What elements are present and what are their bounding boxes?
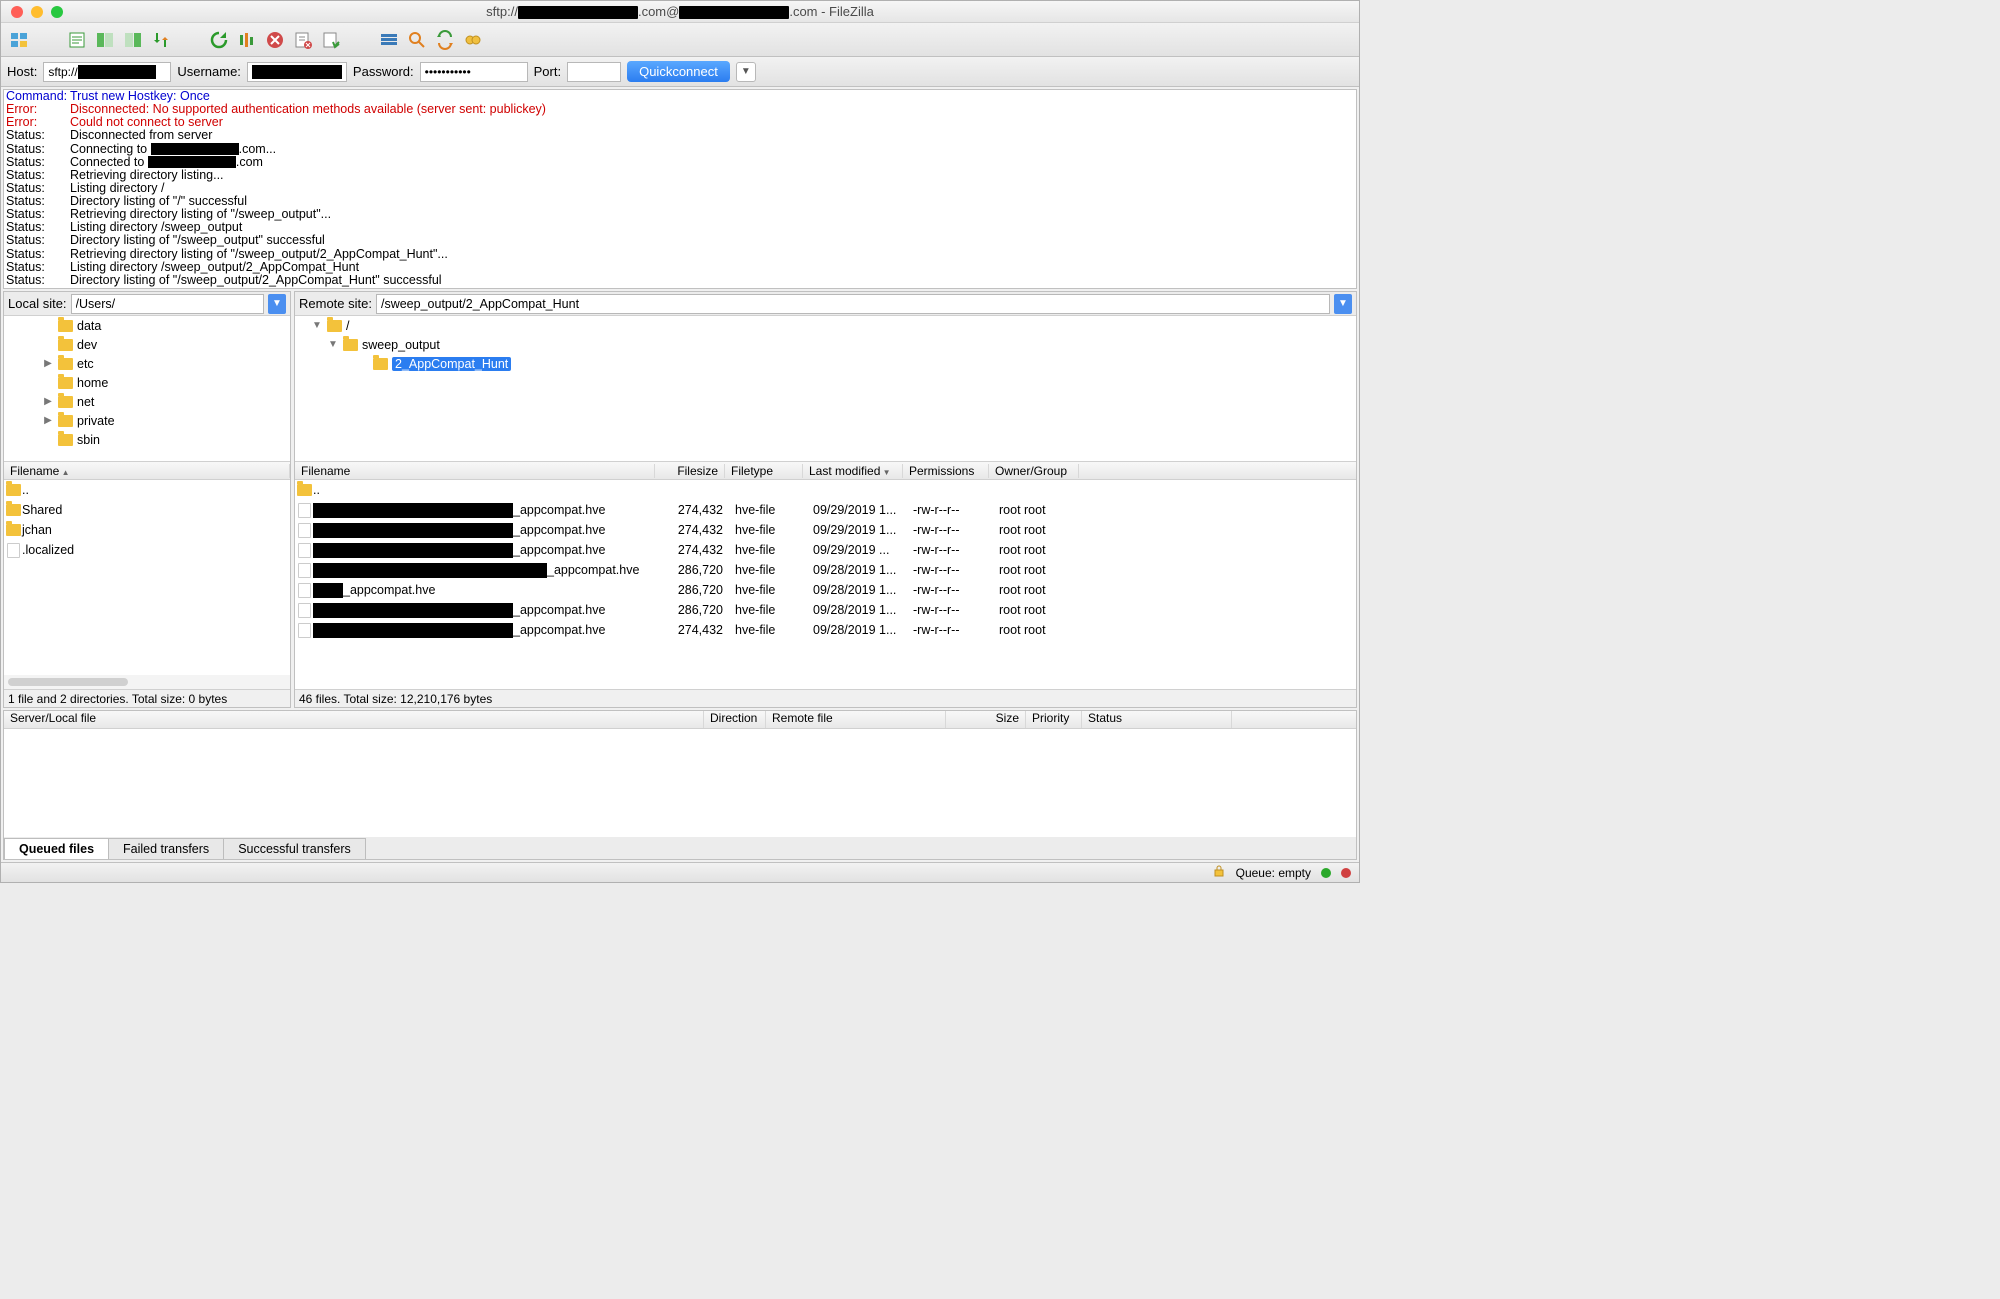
queue-body[interactable] — [4, 729, 1356, 837]
remote-path-dropdown[interactable]: ▼ — [1334, 294, 1352, 314]
tab-failed-transfers[interactable]: Failed transfers — [108, 838, 224, 859]
app-window: sftp://.com@.com - FileZilla Host: sftp:… — [0, 0, 1360, 883]
remote-tree[interactable]: ▼/▼sweep_output2_AppCompat_Hunt — [295, 316, 1356, 462]
tree-item[interactable]: ▼sweep_output — [295, 335, 1356, 354]
remote-pane: Remote site: ▼ ▼/▼sweep_output2_AppCompa… — [294, 291, 1357, 708]
reconnect-button[interactable] — [319, 28, 343, 52]
refresh-button[interactable] — [207, 28, 231, 52]
tree-item[interactable]: ▼/ — [295, 316, 1356, 335]
col-filesize[interactable]: Filesize — [655, 464, 725, 478]
titlebar: sftp://.com@.com - FileZilla — [1, 1, 1359, 23]
transfer-queue: Server/Local file Direction Remote file … — [3, 710, 1357, 860]
message-log[interactable]: Command:Trust new Hostkey: OnceError:Dis… — [3, 89, 1357, 289]
toggle-queue-button[interactable] — [149, 28, 173, 52]
local-site-label: Local site: — [8, 296, 67, 311]
queue-header[interactable]: Server/Local file Direction Remote file … — [4, 711, 1356, 729]
list-item[interactable]: .. — [4, 480, 290, 500]
port-input[interactable] — [567, 62, 621, 82]
site-manager-button[interactable] — [7, 28, 31, 52]
password-input[interactable]: ••••••••••• — [420, 62, 528, 82]
tree-item[interactable]: data — [4, 316, 290, 335]
filter-button[interactable] — [377, 28, 401, 52]
password-label: Password: — [353, 64, 414, 79]
local-summary: 1 file and 2 directories. Total size: 0 … — [4, 689, 290, 707]
cancel-button[interactable] — [263, 28, 287, 52]
local-path-dropdown[interactable]: ▼ — [268, 294, 286, 314]
list-item[interactable]: _appcompat.hve274,432hve-file09/29/2019 … — [295, 540, 1356, 560]
remote-path-input[interactable] — [376, 294, 1330, 314]
list-item[interactable]: .. — [295, 480, 1356, 500]
col-filename[interactable]: Filename — [4, 464, 290, 478]
col-modified[interactable]: Last modified — [803, 464, 903, 478]
local-pane: Local site: ▼ datadev▶etchome▶net▶privat… — [3, 291, 291, 708]
quickconnect-button[interactable]: Quickconnect — [627, 61, 730, 82]
tab-successful-transfers[interactable]: Successful transfers — [223, 838, 366, 859]
col-filetype[interactable]: Filetype — [725, 464, 803, 478]
col-size[interactable]: Size — [946, 711, 1026, 728]
tree-item[interactable]: ▶etc — [4, 354, 290, 373]
local-file-list[interactable]: ..Sharedjchan.localized — [4, 480, 290, 675]
queue-tabs: Queued files Failed transfers Successful… — [4, 837, 1356, 859]
host-input[interactable]: sftp:// — [43, 62, 171, 82]
queue-status: Queue: empty — [1236, 866, 1311, 880]
tree-item[interactable]: 2_AppCompat_Hunt — [295, 354, 1356, 373]
list-item[interactable]: jchan — [4, 520, 290, 540]
list-item[interactable]: _appcompat.hve274,432hve-file09/29/2019 … — [295, 520, 1356, 540]
quickconnect-history-button[interactable]: ▼ — [736, 62, 756, 82]
col-remote-file[interactable]: Remote file — [766, 711, 946, 728]
directory-compare-button[interactable] — [405, 28, 429, 52]
activity-led-idle — [1321, 868, 1331, 878]
remote-site-label: Remote site: — [299, 296, 372, 311]
main-toolbar — [1, 23, 1359, 57]
process-queue-button[interactable] — [235, 28, 259, 52]
remote-summary: 46 files. Total size: 12,210,176 bytes — [295, 689, 1356, 707]
list-item[interactable]: _appcompat.hve274,432hve-file09/29/2019 … — [295, 500, 1356, 520]
toggle-remote-tree-button[interactable] — [121, 28, 145, 52]
col-owner[interactable]: Owner/Group — [989, 464, 1079, 478]
list-item[interactable]: _appcompat.hve286,720hve-file09/28/2019 … — [295, 560, 1356, 580]
lock-icon[interactable] — [1212, 864, 1226, 881]
tree-item[interactable]: ▶private — [4, 411, 290, 430]
remote-file-list[interactable]: .._appcompat.hve274,432hve-file09/29/201… — [295, 480, 1356, 689]
list-item[interactable]: Shared — [4, 500, 290, 520]
tab-queued-files[interactable]: Queued files — [4, 838, 109, 859]
col-local-file[interactable]: Server/Local file — [4, 711, 704, 728]
toggle-log-button[interactable] — [65, 28, 89, 52]
list-item[interactable]: _appcompat.hve274,432hve-file09/28/2019 … — [295, 620, 1356, 640]
host-label: Host: — [7, 64, 37, 79]
quickconnect-bar: Host: sftp:// Username: Password: ••••••… — [1, 57, 1359, 87]
col-permissions[interactable]: Permissions — [903, 464, 989, 478]
local-path-input[interactable] — [71, 294, 264, 314]
remote-file-header[interactable]: Filename Filesize Filetype Last modified… — [295, 462, 1356, 480]
toggle-local-tree-button[interactable] — [93, 28, 117, 52]
local-scrollbar[interactable] — [4, 675, 290, 689]
window-title: sftp://.com@.com - FileZilla — [1, 4, 1359, 19]
list-item[interactable]: .localized — [4, 540, 290, 560]
list-item[interactable]: _appcompat.hve286,720hve-file09/28/2019 … — [295, 580, 1356, 600]
search-button[interactable] — [461, 28, 485, 52]
username-input[interactable] — [247, 62, 347, 82]
disconnect-button[interactable] — [291, 28, 315, 52]
col-direction[interactable]: Direction — [704, 711, 766, 728]
tree-item[interactable]: home — [4, 373, 290, 392]
local-file-header[interactable]: Filename — [4, 462, 290, 480]
col-filename[interactable]: Filename — [295, 464, 655, 478]
file-panes: Local site: ▼ datadev▶etchome▶net▶privat… — [3, 291, 1357, 708]
col-priority[interactable]: Priority — [1026, 711, 1082, 728]
local-tree[interactable]: datadev▶etchome▶net▶privatesbin — [4, 316, 290, 462]
status-bar: Queue: empty — [1, 862, 1359, 882]
tree-item[interactable]: ▶net — [4, 392, 290, 411]
port-label: Port: — [534, 64, 561, 79]
activity-led-transfer — [1341, 868, 1351, 878]
tree-item[interactable]: sbin — [4, 430, 290, 449]
list-item[interactable]: _appcompat.hve286,720hve-file09/28/2019 … — [295, 600, 1356, 620]
sync-browse-button[interactable] — [433, 28, 457, 52]
col-status[interactable]: Status — [1082, 711, 1232, 728]
tree-item[interactable]: dev — [4, 335, 290, 354]
username-label: Username: — [177, 64, 241, 79]
